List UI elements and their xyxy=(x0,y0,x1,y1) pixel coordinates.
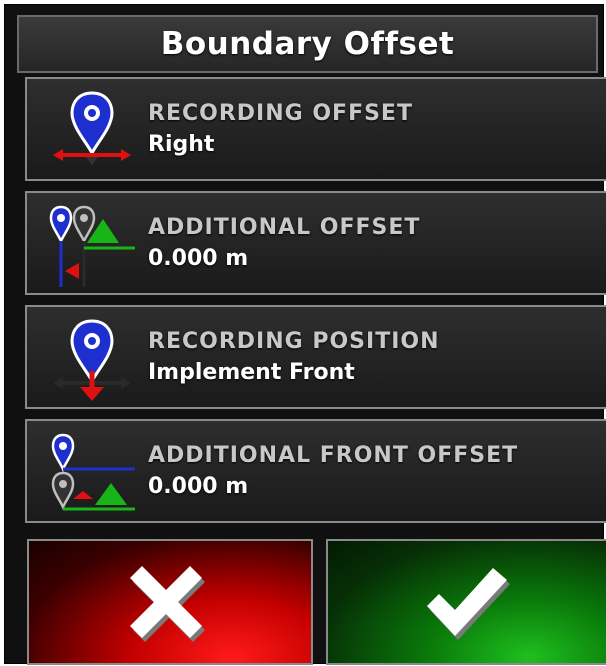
additional-front-offset-icon xyxy=(51,433,135,511)
setting-value: 0.000 m xyxy=(148,474,249,499)
recording-offset-setting[interactable]: RECORDING OFFSET Right xyxy=(25,77,606,181)
boundary-offset-dialog: Boundary Offset RECORDING OFFSET Right A… xyxy=(4,4,606,665)
checkmark-icon xyxy=(426,568,510,640)
setting-value: Right xyxy=(148,132,215,157)
recording-position-icon xyxy=(53,319,131,401)
x-icon xyxy=(130,566,205,642)
setting-label: ADDITIONAL FRONT OFFSET xyxy=(148,443,519,468)
recording-offset-icon xyxy=(53,91,131,165)
additional-front-offset-setting[interactable]: ADDITIONAL FRONT OFFSET 0.000 m xyxy=(25,419,606,523)
setting-label: ADDITIONAL OFFSET xyxy=(148,215,421,240)
cancel-button[interactable] xyxy=(27,539,313,665)
setting-value: 0.000 m xyxy=(148,246,249,271)
setting-label: RECORDING POSITION xyxy=(148,329,440,354)
recording-position-setting[interactable]: RECORDING POSITION Implement Front xyxy=(25,305,606,409)
confirm-button[interactable] xyxy=(326,539,606,665)
additional-offset-setting[interactable]: ADDITIONAL OFFSET 0.000 m xyxy=(25,191,606,295)
setting-label: RECORDING OFFSET xyxy=(148,101,413,126)
additional-offset-icon xyxy=(49,205,135,287)
dialog-title: Boundary Offset xyxy=(17,15,598,73)
setting-value: Implement Front xyxy=(148,360,355,385)
